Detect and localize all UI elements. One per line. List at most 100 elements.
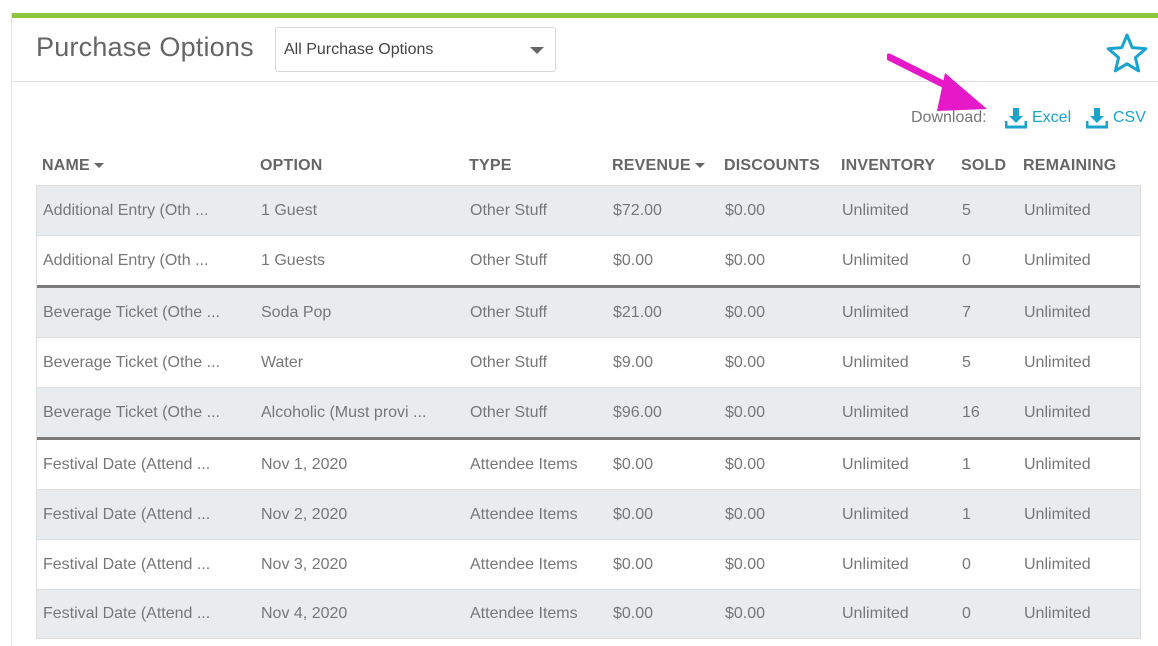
chevron-down-icon xyxy=(530,47,544,54)
sort-caret-icon xyxy=(694,163,705,169)
annotation-arrow-icon xyxy=(887,53,987,111)
column-header-inventory[interactable]: INVENTORY xyxy=(841,157,935,175)
csv-link-label: CSV xyxy=(1113,109,1146,126)
cell-sold: 7 xyxy=(962,303,971,321)
cell-type: Attendee Items xyxy=(470,505,578,523)
table-row[interactable]: Festival Date (Attend ... Nov 2, 2020 At… xyxy=(37,489,1140,539)
cell-type: Attendee Items xyxy=(470,455,578,473)
column-header-revenue[interactable]: REVENUE xyxy=(612,157,705,175)
cell-remaining: Unlimited xyxy=(1024,303,1091,321)
cell-name: Beverage Ticket (Othe ... xyxy=(43,303,220,321)
cell-sold: 1 xyxy=(962,455,971,473)
cell-revenue: $0.00 xyxy=(613,605,654,622)
cell-name: Beverage Ticket (Othe ... xyxy=(43,353,220,371)
cell-sold: 0 xyxy=(962,251,971,269)
table-row[interactable]: Additional Entry (Oth ... 1 Guests Other… xyxy=(37,235,1140,285)
cell-revenue: $72.00 xyxy=(613,201,662,219)
cell-inventory: Unlimited xyxy=(842,201,909,219)
cell-option: 1 Guest xyxy=(261,201,318,219)
cell-revenue: $21.00 xyxy=(613,303,662,321)
cell-sold: 5 xyxy=(962,353,971,371)
cell-discounts: $0.00 xyxy=(725,403,766,421)
column-header-sold[interactable]: SOLD xyxy=(961,157,1006,175)
cell-discounts: $0.00 xyxy=(725,555,766,573)
filter-selected-value: All Purchase Options xyxy=(284,41,434,58)
cell-inventory: Unlimited xyxy=(842,403,909,421)
cell-option: Nov 2, 2020 xyxy=(261,505,348,523)
cell-revenue: $0.00 xyxy=(613,505,654,523)
cell-discounts: $0.00 xyxy=(725,303,766,321)
column-header-name[interactable]: NAME xyxy=(42,157,104,175)
table-row[interactable]: Beverage Ticket (Othe ... Soda Pop Other… xyxy=(37,285,1140,337)
cell-inventory: Unlimited xyxy=(842,555,909,573)
column-header-label: REVENUE xyxy=(612,157,691,174)
cell-revenue: $0.00 xyxy=(613,455,654,473)
table-row[interactable]: Festival Date (Attend ... Nov 3, 2020 At… xyxy=(37,539,1140,589)
cell-name: Festival Date (Attend ... xyxy=(43,605,211,622)
cell-option: 1 Guests xyxy=(261,251,326,269)
column-header-discounts[interactable]: DISCOUNTS xyxy=(724,157,820,175)
table-row[interactable]: Beverage Ticket (Othe ... Alcoholic (Mus… xyxy=(37,387,1140,437)
cell-remaining: Unlimited xyxy=(1024,605,1091,622)
cell-type: Attendee Items xyxy=(470,555,578,573)
excel-link-label: Excel xyxy=(1032,109,1072,126)
cell-sold: 5 xyxy=(962,201,971,219)
cell-name: Festival Date (Attend ... xyxy=(43,555,211,573)
download-icon xyxy=(1086,108,1108,129)
purchase-options-panel: Purchase Options All Purchase Options Do… xyxy=(11,13,1158,646)
cell-inventory: Unlimited xyxy=(842,303,909,321)
cell-option: Water xyxy=(261,353,304,371)
cell-discounts: $0.00 xyxy=(725,455,766,473)
table-row[interactable]: Festival Date (Attend ... Nov 1, 2020 At… xyxy=(37,437,1140,489)
column-header-remaining[interactable]: REMAINING xyxy=(1023,157,1116,175)
column-header-label: NAME xyxy=(42,157,90,174)
cell-inventory: Unlimited xyxy=(842,353,909,371)
cell-revenue: $0.00 xyxy=(613,555,654,573)
table-row[interactable]: Festival Date (Attend ... Nov 4, 2020 At… xyxy=(37,589,1140,639)
cell-remaining: Unlimited xyxy=(1024,403,1091,421)
cell-revenue: $96.00 xyxy=(613,403,662,421)
table-row[interactable]: Additional Entry (Oth ... 1 Guest Other … xyxy=(37,185,1140,235)
cell-remaining: Unlimited xyxy=(1024,201,1091,219)
download-excel-link[interactable]: Excel xyxy=(1005,107,1075,129)
cell-option: Soda Pop xyxy=(261,303,332,321)
cell-type: Other Stuff xyxy=(470,251,548,269)
cell-remaining: Unlimited xyxy=(1024,251,1091,269)
cell-name: Additional Entry (Oth ... xyxy=(43,201,209,219)
cell-name: Additional Entry (Oth ... xyxy=(43,251,209,269)
star-outline-icon[interactable] xyxy=(1106,32,1148,74)
column-header-option[interactable]: OPTION xyxy=(260,157,323,175)
cell-inventory: Unlimited xyxy=(842,251,909,269)
cell-remaining: Unlimited xyxy=(1024,505,1091,523)
cell-type: Other Stuff xyxy=(470,201,548,219)
cell-inventory: Unlimited xyxy=(842,455,909,473)
purchase-options-table: NAME OPTION TYPE REVENUE DISCOUNTS INVEN… xyxy=(36,153,1141,639)
purchase-options-filter-select[interactable]: All Purchase Options xyxy=(275,27,556,72)
cell-inventory: Unlimited xyxy=(842,505,909,523)
cell-inventory: Unlimited xyxy=(842,605,909,622)
cell-type: Other Stuff xyxy=(470,403,548,421)
column-header-type[interactable]: TYPE xyxy=(469,157,512,175)
cell-revenue: $9.00 xyxy=(613,353,654,371)
cell-discounts: $0.00 xyxy=(725,201,766,219)
table-row[interactable]: Beverage Ticket (Othe ... Water Other St… xyxy=(37,337,1140,387)
cell-option: Nov 1, 2020 xyxy=(261,455,348,473)
table-header: NAME OPTION TYPE REVENUE DISCOUNTS INVEN… xyxy=(36,153,1141,185)
cell-type: Attendee Items xyxy=(470,605,578,622)
cell-name: Festival Date (Attend ... xyxy=(43,505,211,523)
cell-discounts: $0.00 xyxy=(725,505,766,523)
page-title: Purchase Options xyxy=(36,32,254,62)
cell-option: Nov 4, 2020 xyxy=(261,605,348,622)
cell-discounts: $0.00 xyxy=(725,605,766,622)
download-label: Download: xyxy=(911,109,987,126)
cell-remaining: Unlimited xyxy=(1024,455,1091,473)
sort-caret-icon xyxy=(93,163,104,169)
cell-sold: 1 xyxy=(962,505,971,523)
download-csv-link[interactable]: CSV xyxy=(1086,107,1146,129)
download-icon xyxy=(1005,108,1027,129)
cell-remaining: Unlimited xyxy=(1024,555,1091,573)
cell-type: Other Stuff xyxy=(470,353,548,371)
cell-revenue: $0.00 xyxy=(613,251,654,269)
cell-discounts: $0.00 xyxy=(725,353,766,371)
cell-remaining: Unlimited xyxy=(1024,353,1091,371)
